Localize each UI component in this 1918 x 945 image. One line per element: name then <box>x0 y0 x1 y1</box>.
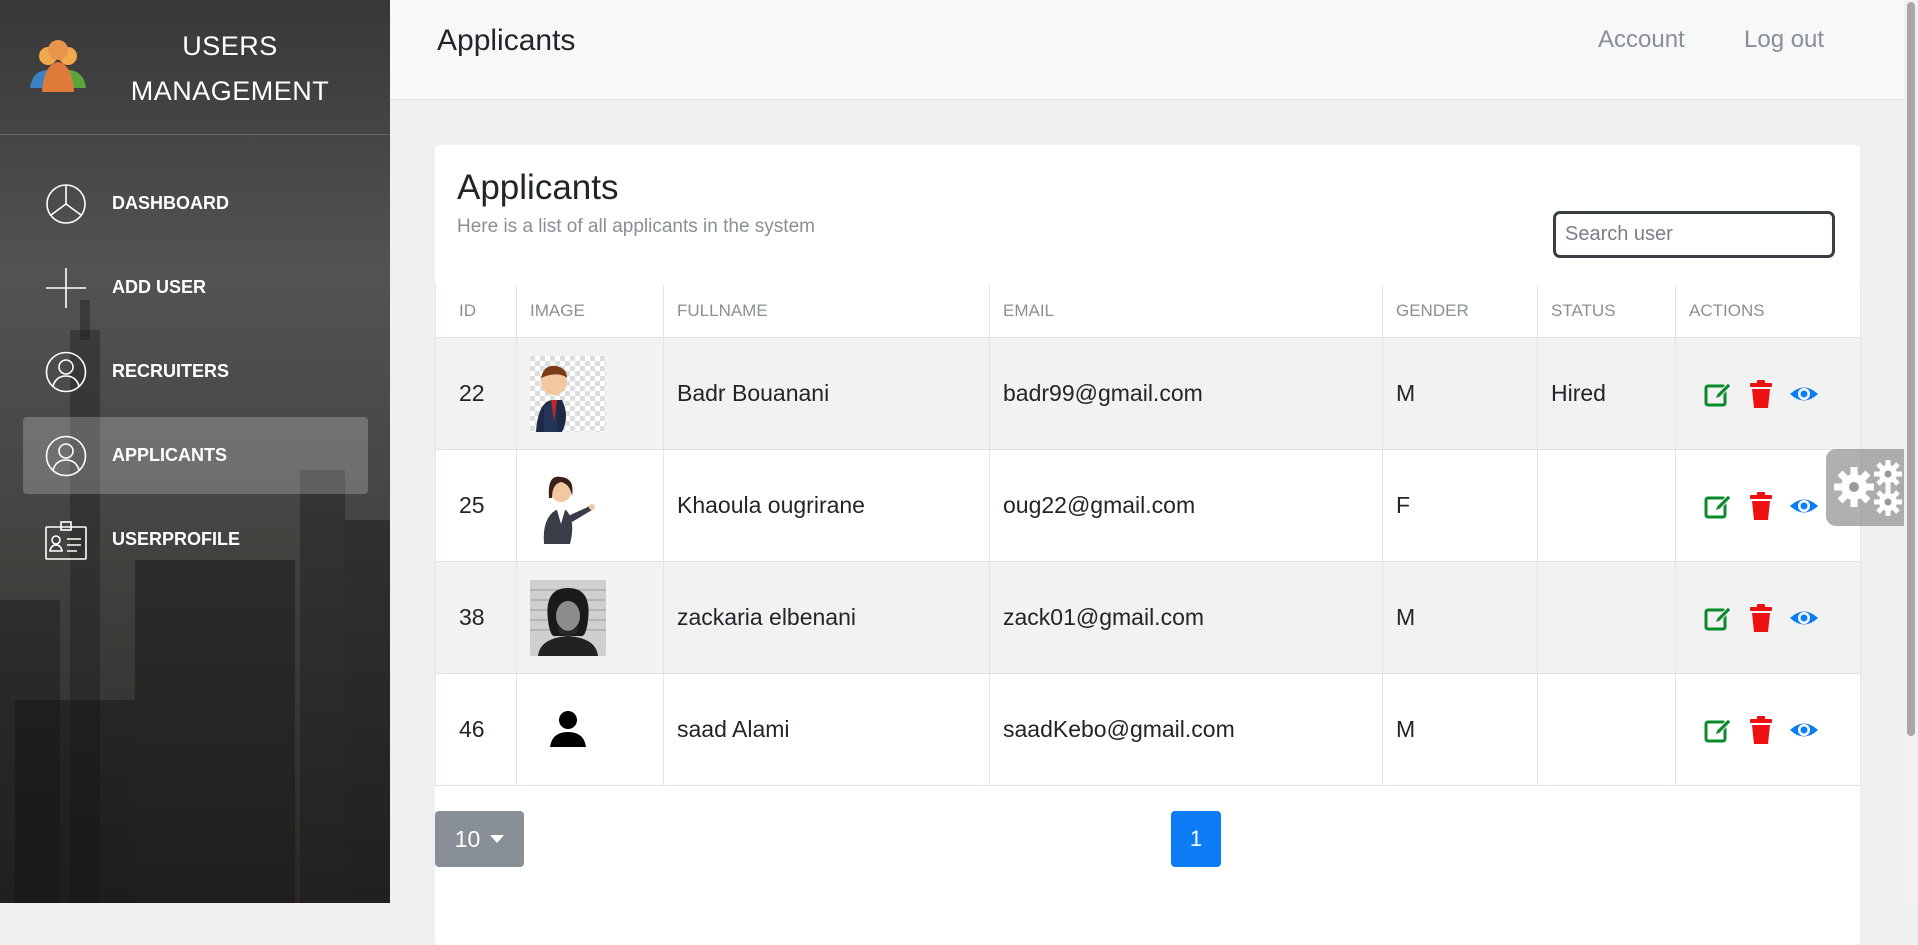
sidebar-item-add-user[interactable]: ADD USER <box>23 249 368 326</box>
cell-gender: F <box>1382 449 1538 562</box>
edit-icon[interactable] <box>1703 603 1733 633</box>
cell-id: 38 <box>435 561 517 674</box>
cell-fullname: zackaria elbenani <box>663 561 990 674</box>
applicants-card: Applicants Here is a list of all applica… <box>435 145 1861 945</box>
edit-icon[interactable] <box>1703 715 1733 745</box>
page-size-dropdown[interactable]: 10 <box>435 811 524 867</box>
sidebar-item-userprofile[interactable]: USERPROFILE <box>23 501 368 578</box>
cell-status: Hired <box>1537 337 1676 450</box>
cell-gender: M <box>1382 673 1538 786</box>
table-row: 38 zackaria elbenani zack01@gmail.com M <box>435 561 1861 674</box>
sidebar-nav: DASHBOARD ADD USER RECRUITERS APPLICANTS <box>23 165 368 585</box>
user-circle-icon <box>45 351 87 393</box>
brand-title: USERS MANAGEMENT <box>110 24 350 114</box>
delete-icon[interactable] <box>1746 491 1776 521</box>
cell-gender: M <box>1382 561 1538 674</box>
sidebar-item-label: RECRUITERS <box>112 361 230 381</box>
cell-id: 25 <box>435 449 517 562</box>
column-header-fullname[interactable]: FULLNAME <box>663 285 990 338</box>
view-icon[interactable] <box>1789 379 1819 409</box>
brand-line-1: USERS <box>182 31 278 61</box>
column-header-gender[interactable]: GENDER <box>1382 285 1538 338</box>
edit-icon[interactable] <box>1703 379 1733 409</box>
account-link[interactable]: Account <box>1598 26 1685 54</box>
table-row: 25 Khaoula ougrirane oug22@gmail.com F <box>435 449 1861 562</box>
view-icon[interactable] <box>1789 603 1819 633</box>
cartoon-businessman-avatar <box>530 355 606 432</box>
brand-line-2: MANAGEMENT <box>130 76 330 106</box>
cell-email: badr99@gmail.com <box>989 337 1383 450</box>
cell-actions <box>1675 561 1861 674</box>
sidebar-item-label: APPLICANTS <box>112 445 228 465</box>
cell-fullname: saad Alami <box>663 673 990 786</box>
sidebar-item-applicants[interactable]: APPLICANTS <box>23 417 368 494</box>
default-person-avatar <box>530 691 606 768</box>
cell-id: 22 <box>435 337 517 450</box>
pie-chart-icon <box>46 184 86 224</box>
edit-icon[interactable] <box>1703 491 1733 521</box>
applicants-table: ID IMAGE FULLNAME EMAIL GENDER STATUS AC… <box>435 285 1861 786</box>
view-icon[interactable] <box>1789 715 1819 745</box>
delete-icon[interactable] <box>1746 603 1776 633</box>
cell-status <box>1537 561 1676 674</box>
cell-fullname: Badr Bouanani <box>663 337 990 450</box>
table-header-row: ID IMAGE FULLNAME EMAIL GENDER STATUS AC… <box>435 285 1861 338</box>
cell-email: oug22@gmail.com <box>989 449 1383 562</box>
id-card-icon <box>45 521 87 560</box>
table-row: 22 Badr Bouanani badr99@gmail.com M Hire… <box>435 337 1861 450</box>
caret-down-icon <box>490 835 505 843</box>
cell-gender: M <box>1382 337 1538 450</box>
column-header-status[interactable]: STATUS <box>1537 285 1676 338</box>
cell-email: zack01@gmail.com <box>989 561 1383 674</box>
sidebar-item-label: ADD USER <box>112 277 207 297</box>
sidebar-item-label: DASHBOARD <box>112 193 229 213</box>
user-circle-icon <box>45 435 87 477</box>
card-subheading: Here is a list of all applicants in the … <box>457 216 815 237</box>
scrollbar-thumb[interactable] <box>1907 2 1915 736</box>
cell-id: 46 <box>435 673 517 786</box>
cartoon-businesswoman-avatar <box>530 467 606 544</box>
delete-icon[interactable] <box>1746 715 1776 745</box>
column-header-id[interactable]: ID <box>435 285 517 338</box>
page-size-value: 10 <box>454 825 481 852</box>
top-bar: Applicants Account Log out <box>390 0 1918 100</box>
cell-status <box>1537 673 1676 786</box>
column-header-email[interactable]: EMAIL <box>989 285 1383 338</box>
page-title: Applicants <box>437 24 576 57</box>
cell-image <box>516 561 664 674</box>
page-scrollbar[interactable] <box>1904 0 1918 903</box>
photo-man-avatar <box>530 579 606 656</box>
column-header-image[interactable]: IMAGE <box>516 285 664 338</box>
logout-link[interactable]: Log out <box>1744 26 1824 54</box>
view-icon[interactable] <box>1789 491 1819 521</box>
users-group-icon <box>30 40 86 92</box>
page-button-1[interactable]: 1 <box>1171 811 1221 867</box>
sidebar-item-recruiters[interactable]: RECRUITERS <box>23 333 368 410</box>
column-header-actions: ACTIONS <box>1675 285 1861 338</box>
cell-status <box>1537 449 1676 562</box>
cell-email: saadKebo@gmail.com <box>989 673 1383 786</box>
plus-icon <box>46 268 86 308</box>
sidebar-item-dashboard[interactable]: DASHBOARD <box>23 165 368 242</box>
cell-image <box>516 449 664 562</box>
card-heading: Applicants <box>457 168 619 207</box>
cell-actions <box>1675 337 1861 450</box>
cell-image <box>516 337 664 450</box>
cell-actions <box>1675 673 1861 786</box>
sidebar: USERS MANAGEMENT DASHBOARD ADD USER RECR… <box>0 0 390 903</box>
delete-icon[interactable] <box>1746 379 1776 409</box>
table-row: 46 saad Alami saadKebo@gmail.com M <box>435 673 1861 786</box>
cell-fullname: Khaoula ougrirane <box>663 449 990 562</box>
brand-header: USERS MANAGEMENT <box>0 0 390 135</box>
sidebar-item-label: USERPROFILE <box>112 529 241 549</box>
cell-image <box>516 673 664 786</box>
search-input[interactable] <box>1553 211 1835 258</box>
